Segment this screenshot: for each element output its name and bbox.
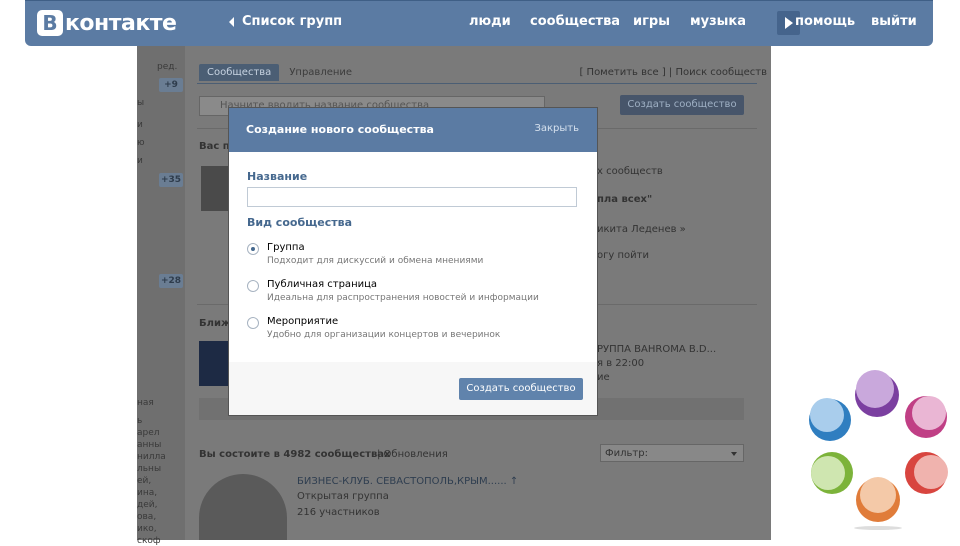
back-link[interactable]: Список групп <box>229 14 342 29</box>
create-community-button-bg[interactable]: Создать сообщество <box>620 95 744 115</box>
left-column: ред. ы и ю и ная ь арел анны нилла льны … <box>137 46 185 546</box>
tab-management[interactable]: Управление <box>279 64 362 81</box>
nav-people[interactable]: люди <box>469 14 511 29</box>
left-text: ина, <box>137 488 158 498</box>
crescent-orange <box>856 477 900 522</box>
name-label: Название <box>247 170 308 183</box>
left-text: арел <box>137 428 160 438</box>
invite-text: х сообществ <box>597 166 663 177</box>
dialog-body: Название Вид сообщества Группа Подходит … <box>229 152 597 362</box>
create-community-dialog: Создание нового сообщества Закрыть Назва… <box>229 108 597 415</box>
nearby-heading: Ближ <box>199 318 231 329</box>
groups-count: Вы состоите в 4982 сообществах <box>199 449 391 460</box>
nav-music[interactable]: музыка <box>690 14 746 29</box>
left-text: ь <box>137 416 143 426</box>
filter-select[interactable]: Фильтр: <box>600 444 744 462</box>
option-desc: Идеальна для распространения новостей и … <box>267 293 539 303</box>
left-text: и <box>137 156 143 166</box>
counter-badge: +9 <box>159 78 183 92</box>
back-link-label: Список групп <box>242 14 343 29</box>
updates-link[interactable]: | Обновления <box>377 449 448 460</box>
tabs: Сообщества Управление <box>199 64 362 81</box>
left-text: дей, <box>137 500 158 510</box>
option-title: Мероприятие <box>267 316 339 327</box>
invite-text: пла всех" <box>597 194 653 205</box>
vk-logo[interactable]: В контакте <box>37 9 177 37</box>
event-time: я в 22:00 <box>597 358 645 369</box>
counter-badge: +28 <box>159 274 183 288</box>
chevron-down-icon <box>731 452 737 456</box>
create-community-submit-button[interactable]: Создать сообщество <box>459 378 583 400</box>
vk-logo-text: контакте <box>65 10 177 36</box>
left-text: ей, <box>137 476 152 486</box>
decorative-circles <box>809 370 948 530</box>
nav-help[interactable]: помощь <box>795 14 855 29</box>
filter-label: Фильтр: <box>605 448 648 459</box>
dialog-title: Создание нового сообщества <box>246 123 434 136</box>
event-extra: ие <box>597 372 610 383</box>
left-text: ю <box>137 138 145 148</box>
crescent-red <box>905 452 948 494</box>
vk-logo-mark: В <box>37 10 63 36</box>
left-text: ова, <box>137 512 157 522</box>
nav-communities[interactable]: сообщества <box>530 14 620 29</box>
left-text: ико, <box>137 524 157 534</box>
option-desc: Подходит для дискуссий и обмена мнениями <box>267 256 484 266</box>
back-arrow-icon <box>229 16 234 27</box>
invite-text[interactable]: огу пойти <box>597 250 649 261</box>
dialog-header: Создание нового сообщества Закрыть <box>229 108 597 152</box>
left-text: и <box>137 120 143 130</box>
left-text: льны <box>137 464 162 474</box>
community-name-input[interactable] <box>247 187 577 207</box>
left-text: нилла <box>137 452 166 462</box>
counter-badge: +35 <box>159 173 183 187</box>
left-text: ная <box>137 398 154 408</box>
option-title: Публичная страница <box>267 279 378 290</box>
group-title[interactable]: БИЗНЕС-КЛУБ. СЕВАСТОПОЛЬ,КРЫМ...... ↑ <box>297 476 518 487</box>
tab-divider <box>197 83 757 84</box>
option-title: Группа <box>267 242 305 253</box>
option-desc: Удобно для организации концертов и вечер… <box>267 330 501 340</box>
radio[interactable] <box>247 280 259 292</box>
group-type: Открытая группа <box>297 491 389 502</box>
tab-links[interactable]: [ Пометить все ] | Поиск сообществ <box>579 67 767 78</box>
crescent-purple <box>855 370 899 417</box>
radio-selected[interactable] <box>247 243 259 255</box>
nav-logout[interactable]: выйти <box>871 14 917 29</box>
radio[interactable] <box>247 317 259 329</box>
tab-communities[interactable]: Сообщества <box>199 64 280 81</box>
top-bar: В контакте Список групп люди сообщества … <box>25 0 933 46</box>
left-text: анны <box>137 440 162 450</box>
group-logo[interactable] <box>199 474 287 540</box>
group-members: 216 участников <box>297 507 380 518</box>
crescent-blue <box>809 398 851 441</box>
left-text: ред. <box>157 62 178 72</box>
nav-games[interactable]: игры <box>633 14 670 29</box>
crescent-green <box>811 452 853 494</box>
dialog-close-button[interactable]: Закрыть <box>534 123 579 134</box>
event-title[interactable]: РУППА BAHROMA B.D... <box>597 344 716 355</box>
crescent-pink <box>905 396 947 438</box>
left-text: ы <box>137 98 145 108</box>
play-icon <box>785 17 793 29</box>
invite-text[interactable]: икита Леденев » <box>597 224 686 235</box>
left-text: скоф <box>137 536 161 546</box>
shadow <box>854 526 902 530</box>
type-label: Вид сообщества <box>247 216 353 229</box>
